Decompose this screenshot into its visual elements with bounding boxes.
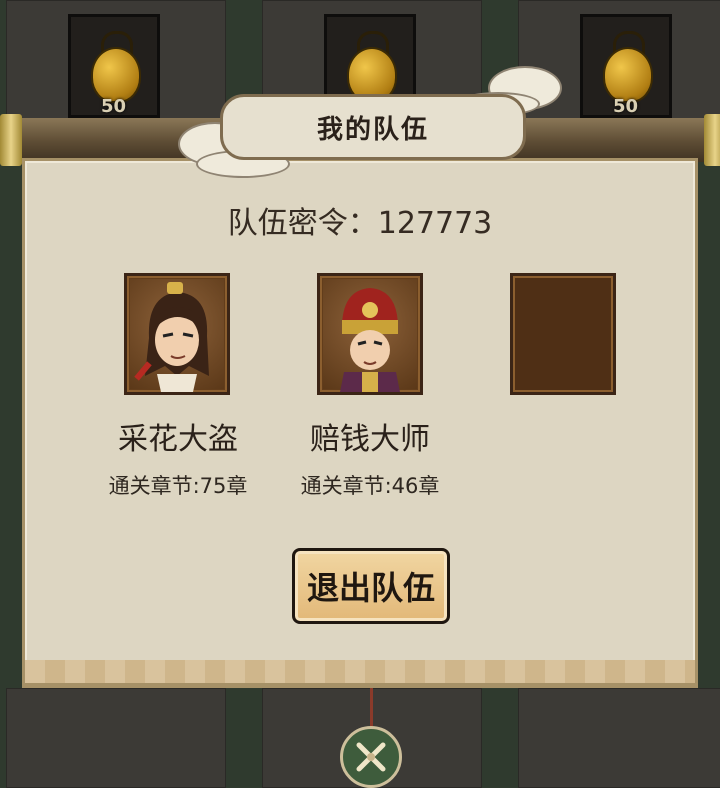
gold-pouch-icon <box>603 47 653 103</box>
swordsman-portrait-icon <box>134 282 209 392</box>
member-portrait-frame-2[interactable] <box>317 273 423 395</box>
official-portrait-icon <box>340 288 400 392</box>
crossed-swords-icon <box>356 742 386 772</box>
team-code-label: 队伍密令： <box>227 206 378 241</box>
member-portrait-frame-empty[interactable] <box>510 273 616 395</box>
scroll-rod-cap-right <box>704 114 720 166</box>
panel-bottom-ornament <box>22 660 698 686</box>
item-count: 50 <box>101 96 127 117</box>
scroll-rod-cap-left <box>0 114 22 166</box>
background-panel-bottom-right <box>518 688 720 788</box>
dialog-title-plate: 我的队伍 <box>220 94 526 160</box>
dialog-title: 我的队伍 <box>316 114 429 145</box>
close-button[interactable] <box>340 726 402 788</box>
close-button-string <box>370 688 373 728</box>
background-panel-bottom-left <box>6 688 226 788</box>
member-name-2: 赔钱大师 <box>310 422 430 457</box>
member-portrait-frame-1[interactable] <box>124 273 230 395</box>
team-code-row: 队伍密令：127773 <box>0 198 720 242</box>
member-name-1: 采花大盗 <box>118 422 238 457</box>
item-count: 50 <box>613 96 639 117</box>
item-slot-1[interactable]: 50 <box>68 14 160 118</box>
quit-team-button[interactable]: 退出队伍 <box>292 548 450 624</box>
team-code-value: 127773 <box>377 206 493 241</box>
item-slot-3[interactable]: 50 <box>580 14 672 118</box>
gold-pouch-icon <box>91 47 141 103</box>
member-progress-2: 通关章节:46章 <box>300 474 440 498</box>
quit-team-button-label: 退出队伍 <box>306 569 435 607</box>
member-progress-1: 通关章节:75章 <box>108 474 248 498</box>
